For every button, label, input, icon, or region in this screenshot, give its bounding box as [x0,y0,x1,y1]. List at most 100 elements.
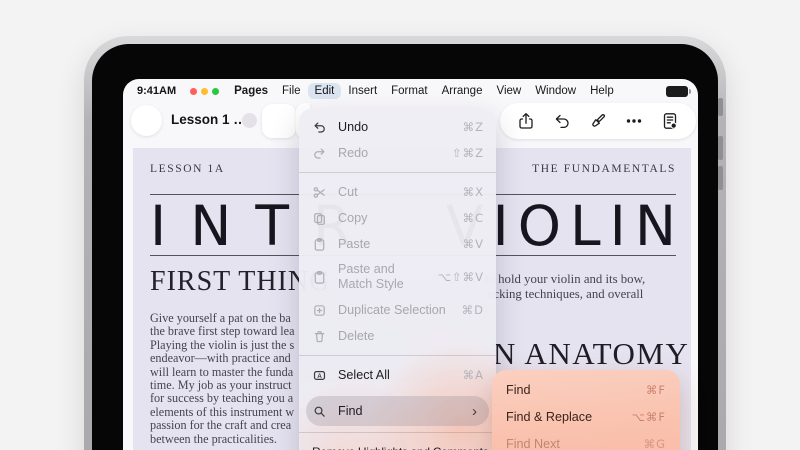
status-time: 9:41AM [137,85,176,97]
menu-item-select-all[interactable]: A Select All ⌘A [299,362,496,388]
body-text-line: the brave first step toward lea [150,325,295,338]
select-all-icon: A [312,368,329,383]
menu-item-label: Paste and Match Style [338,262,422,292]
menu-item-find-replace[interactable]: Find & Replace ⌥⌘F [492,403,680,430]
menu-item-label: Select All [338,368,390,382]
minimize-button[interactable] [201,88,208,95]
find-submenu: Find ⌘F Find & Replace ⌥⌘F Find Next ⌘G [492,370,680,450]
menu-item-shortcut: ⌘D [454,303,484,317]
menubar-item-arrange[interactable]: Arrange [435,83,490,99]
right-text-column: to hold your violin and its bow,ucking t… [485,272,645,316]
menu-item-label: Cut [338,185,358,199]
menubar-item-window[interactable]: Window [528,83,583,99]
menu-separator [299,172,496,173]
close-button[interactable] [190,88,197,95]
menu-item-redo[interactable]: Redo ⇧⌘Z [299,140,496,166]
body-text-line: Give yourself a pat on the ba [150,312,295,325]
menu-item-undo[interactable]: Undo⌘Z [299,114,496,140]
document-options-icon[interactable] [660,111,680,131]
svg-text:A: A [317,372,322,379]
menu-item-label: Find [506,383,531,397]
cut-icon [312,185,329,200]
menu-item-label: Delete [338,329,374,343]
zoom-button[interactable] [212,88,219,95]
title-dropdown-button[interactable] [242,113,257,128]
undo-icon [312,120,329,135]
menubar-item-format[interactable]: Format [384,83,434,99]
body-text-line: between the practicalities. [150,433,295,446]
body-text-line: endeavor—with practice and [150,352,295,365]
menubar-item-file[interactable]: File [275,83,308,99]
format-brush-icon[interactable] [588,111,608,131]
menu-item-label: Duplicate Selection [338,303,446,317]
volume-up-button[interactable] [718,136,723,160]
menu-item-find-next[interactable]: Find Next ⌘G [492,430,680,450]
menu-item-paste-and-match-style[interactable]: Paste and Match Style ⌥⇧⌘V [299,257,496,297]
menu-item-duplicate-selection[interactable]: Duplicate Selection ⌘D [299,297,496,323]
share-icon[interactable] [516,111,536,131]
menu-item-remove-highlights-and-comments[interactable]: Remove Highlights and Comments [299,439,496,450]
copy-icon [312,211,329,226]
body-text-line: . [485,301,645,316]
body-text-column: Give yourself a pat on the bathe brave f… [150,312,295,446]
menu-item-shortcut: ⌘X [455,185,484,199]
menu-separator [299,355,496,356]
back-button[interactable] [131,105,162,136]
document-title[interactable]: Lesson 1 … [171,112,247,127]
menu-item-shortcut: ⌥⇧⌘V [430,270,484,284]
paste-match-style-icon [312,270,329,285]
toolbar-actions [500,103,696,139]
menu-item-copy[interactable]: Copy⌘C [299,205,496,231]
table-of-contents-button[interactable] [262,104,296,138]
menu-item-paste[interactable]: Paste⌘V [299,231,496,257]
background: 9:41AM PagesFileEditInsertFormatArrangeV… [0,0,800,450]
body-text-line: passion for the craft and crea [150,419,295,432]
body-text-line: ucking techniques, and overall [485,287,645,302]
menu-item-delete[interactable]: Delete [299,323,496,349]
menubar-item-help[interactable]: Help [583,83,621,99]
menu-item-label: Undo [338,120,368,134]
menu-item-shortcut: ⇧⌘Z [444,146,484,160]
menu-item-shortcut: ⌘G [636,437,666,450]
menu-item-label: Find [338,404,363,418]
menu-bar: PagesFileEditInsertFormatArrangeViewWind… [227,83,621,99]
menu-item-find[interactable]: Find ⌘F [492,376,680,403]
menu-item-label: Redo [338,146,368,160]
menu-item-shortcut: ⌥⌘F [624,410,666,424]
battery-icon [666,86,688,97]
menu-item-label: Remove Highlights and Comments [312,445,488,450]
body-text-line: elements of this instrument w [150,406,295,419]
edit-menu: Undo⌘ZRedo⇧⌘ZCut⌘XCopy⌘CPaste⌘VPaste and… [299,108,496,450]
menubar-item-insert[interactable]: Insert [341,83,384,99]
menu-separator [299,432,496,433]
top-button[interactable] [718,98,723,116]
menubar-item-edit[interactable]: Edit [308,83,342,99]
menu-item-label: Find & Replace [506,410,592,424]
menu-item-shortcut: ⌘V [455,237,484,251]
ipad-bezel: 9:41AM PagesFileEditInsertFormatArrangeV… [92,44,718,450]
menu-item-cut[interactable]: Cut ⌘X [299,179,496,205]
status-bar: 9:41AM PagesFileEditInsertFormatArrangeV… [123,79,698,103]
submenu-chevron-icon: › [472,404,477,419]
menu-item-shortcut: ⌘C [454,211,484,225]
anatomy-heading: N ANATOMY [493,336,689,372]
menu-item-label: Find Next [506,437,560,450]
fundamentals-label: THE FUNDAMENTALS [532,163,676,175]
body-text-line: Playing the violin is just the s [150,339,295,352]
menu-item-shortcut: ⌘A [455,368,484,382]
menu-item-shortcut: ⌘F [638,383,666,397]
window-controls [190,88,219,95]
body-text-line: to hold your violin and its bow, [485,272,645,287]
menubar-item-view[interactable]: View [489,83,528,99]
paste-icon [312,237,329,252]
menubar-item-pages[interactable]: Pages [227,83,275,99]
volume-down-button[interactable] [718,166,723,190]
more-icon[interactable] [624,111,644,131]
delete-icon [312,329,329,344]
menu-item-find[interactable]: Find › [306,396,489,426]
find-icon [312,404,329,419]
lesson-label: LESSON 1A [150,163,225,175]
ipad-device: 9:41AM PagesFileEditInsertFormatArrangeV… [84,36,726,450]
redo-icon [312,146,329,161]
undo-arrow-icon[interactable] [552,111,572,131]
